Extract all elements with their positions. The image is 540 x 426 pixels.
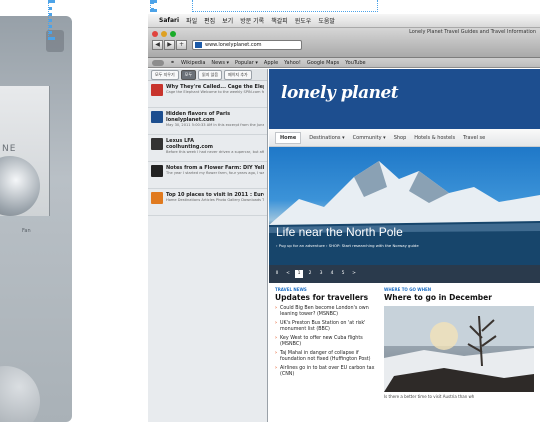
slide-5-button[interactable]: 5: [339, 270, 347, 278]
photo-caption: Is there a better time to visit Austria …: [384, 394, 475, 399]
hero-links[interactable]: › Pug up for an adventure › SHOP: Start …: [276, 243, 419, 248]
address-bar[interactable]: www.lonelyplanet.com: [192, 40, 302, 50]
hero-title: Life near the North Pole: [276, 225, 403, 239]
nav-buttons: ◀ ▶ +: [152, 40, 187, 50]
stage: NE Fan Safari 파일 편집 보기 방문 기록 책갈피 윈도우 도움말: [0, 0, 540, 426]
site-nav: Home Destinations ▾ Community ▾ Shop Hot…: [269, 129, 540, 147]
menu-edit[interactable]: 편집: [204, 16, 215, 25]
news-link[interactable]: Could Big Ben become London's own leanin…: [275, 306, 376, 318]
where-column: WHERE TO GO WHEN Where to go in December…: [384, 287, 534, 399]
slideshow-pager: II < 1 2 3 4 5 >: [269, 265, 540, 283]
news-kicker: TRAVEL NEWS: [275, 287, 307, 292]
bookmark-wikipedia[interactable]: Wikipedia: [181, 60, 205, 66]
item-description: Home Destinations Articles Photo Gallery…: [166, 198, 264, 202]
reading-list-item[interactable]: Notes from a Flower Farm: DIY Yellow Fl.…: [148, 162, 267, 189]
reading-list-item[interactable]: Why They're Called... Cage the Elephant …: [148, 81, 267, 108]
menu-view[interactable]: 보기: [222, 16, 233, 25]
site-logo[interactable]: lonely planet: [281, 83, 399, 103]
item-thumbnail-icon: [151, 138, 163, 150]
minimize-window-button[interactable]: [161, 31, 167, 37]
disc-graphic-lower: [0, 366, 40, 422]
menu-bookmarks[interactable]: 책갈피: [271, 16, 288, 25]
bookmarks-bar: ⚭ Wikipedia News ▾ Popular ▾ Apple Yahoo…: [148, 58, 540, 68]
where-title: Where to go in December: [384, 293, 492, 302]
nav-shop[interactable]: Shop: [394, 135, 407, 141]
favicon-icon: [195, 42, 202, 48]
slide-2-button[interactable]: 2: [306, 270, 314, 278]
safari-screen: Safari 파일 편집 보기 방문 기록 책갈피 윈도우 도움말 Lonely…: [148, 14, 540, 422]
menu-help[interactable]: 도움말: [318, 16, 335, 25]
menu-history[interactable]: 방문 기록: [240, 16, 264, 25]
nav-destinations[interactable]: Destinations ▾: [309, 135, 344, 141]
bookmark-apple[interactable]: Apple: [264, 60, 278, 66]
callout-line-top: [150, 0, 154, 12]
menu-window[interactable]: 윈도우: [295, 16, 312, 25]
news-column: TRAVEL NEWS Updates for travellers Could…: [275, 287, 376, 399]
filter-all-button[interactable]: 모두: [180, 69, 197, 80]
reading-list-item[interactable]: Lexus LFA coolhunting.com Before this we…: [148, 135, 267, 162]
slide-1-button[interactable]: 1: [295, 270, 303, 278]
pause-button[interactable]: II: [273, 270, 281, 278]
menu-app-name[interactable]: Safari: [159, 17, 179, 24]
web-page: lonely planet Home Destinations ▾ Commun…: [269, 69, 540, 422]
news-link[interactable]: Taj Mahal in danger of collapse if found…: [275, 351, 376, 363]
news-link[interactable]: UK's Preston Bus Station on 'at risk' mo…: [275, 321, 376, 333]
reading-list-sidebar: 모두 지우기 모두 읽지 않음 페이지 추가 Why They're Calle…: [148, 69, 268, 422]
add-bookmark-button[interactable]: +: [176, 40, 187, 50]
item-thumbnail-icon: [151, 111, 163, 123]
content-columns: TRAVEL NEWS Updates for travellers Could…: [269, 283, 540, 403]
site-header: lonely planet: [269, 69, 540, 129]
reading-list-item[interactable]: Hidden flavors of Paris lonelyplanet.com…: [148, 108, 267, 135]
hero-banner[interactable]: Life near the North Pole › Pug up for an…: [269, 147, 540, 265]
winter-scene: [384, 306, 534, 392]
menu-bar: Safari 파일 편집 보기 방문 기록 책갈피 윈도우 도움말: [148, 14, 540, 28]
next-slide-button[interactable]: >: [350, 270, 358, 278]
item-thumbnail-icon: [151, 84, 163, 96]
reading-list-toggle-icon[interactable]: [152, 59, 164, 66]
slide-4-button[interactable]: 4: [328, 270, 336, 278]
bookmark-youtube[interactable]: YouTube: [345, 60, 365, 66]
slide-3-button[interactable]: 3: [317, 270, 325, 278]
item-description: Cage the Elephant Welcome to the weekly …: [166, 90, 264, 94]
prev-slide-button[interactable]: <: [284, 270, 292, 278]
bookmark-google-maps[interactable]: Google Maps: [307, 60, 339, 66]
forward-button[interactable]: ▶: [164, 40, 175, 50]
nav-home[interactable]: Home: [275, 131, 302, 144]
bookmark-yahoo[interactable]: Yahoo!: [284, 60, 301, 66]
back-button[interactable]: ◀: [152, 40, 163, 50]
bookmark-popular[interactable]: Popular ▾: [235, 60, 258, 66]
filter-unread-button[interactable]: 읽지 않음: [198, 69, 223, 80]
callout-line-left: [48, 0, 52, 40]
item-description: Before this week I had never driven a su…: [166, 150, 264, 154]
safari-toolbar: Lonely Planet Travel Guides and Travel I…: [148, 28, 540, 58]
menu-file[interactable]: 파일: [186, 16, 197, 25]
nav-community[interactable]: Community ▾: [353, 135, 386, 141]
clear-all-button[interactable]: 모두 지우기: [151, 69, 179, 80]
news-title: Updates for travellers: [275, 293, 369, 302]
item-thumbnail-icon: [151, 192, 163, 204]
add-page-button[interactable]: 페이지 추가: [224, 69, 252, 80]
bookmark-news[interactable]: News ▾: [211, 60, 229, 66]
fan-label: Fan: [22, 228, 31, 234]
window-title: Lonely Planet Travel Guides and Travel I…: [409, 29, 536, 35]
reading-list-item[interactable]: Top 10 places to visit in 2011 : Europe/…: [148, 189, 267, 216]
window-controls: [152, 31, 176, 37]
reading-list-glasses-icon[interactable]: ⚭: [170, 59, 175, 66]
nav-travel-services[interactable]: Travel se: [463, 135, 485, 141]
nav-hotels[interactable]: Hotels & hostels: [414, 135, 455, 141]
item-thumbnail-icon: [151, 165, 163, 177]
background-window-text: NE: [2, 144, 17, 154]
news-link[interactable]: Key West to offer new Cuba flights (MSNB…: [275, 336, 376, 348]
zoom-window-button[interactable]: [170, 31, 176, 37]
news-link[interactable]: Airlines go in to bat over EU carbon tax…: [275, 366, 376, 378]
callout-bracket: [192, 0, 378, 12]
where-kicker: WHERE TO GO WHEN: [384, 287, 432, 292]
item-description: May 30, 2011 5:00:33 AM In this excerpt …: [166, 123, 264, 127]
background-panel: NE Fan: [0, 16, 72, 422]
winter-photo[interactable]: [384, 306, 534, 392]
close-window-button[interactable]: [152, 31, 158, 37]
address-text: www.lonelyplanet.com: [205, 42, 262, 48]
reading-list-controls: 모두 지우기 모두 읽지 않음 페이지 추가: [148, 69, 267, 81]
item-description: The year I started my flower farm, four …: [166, 171, 264, 175]
